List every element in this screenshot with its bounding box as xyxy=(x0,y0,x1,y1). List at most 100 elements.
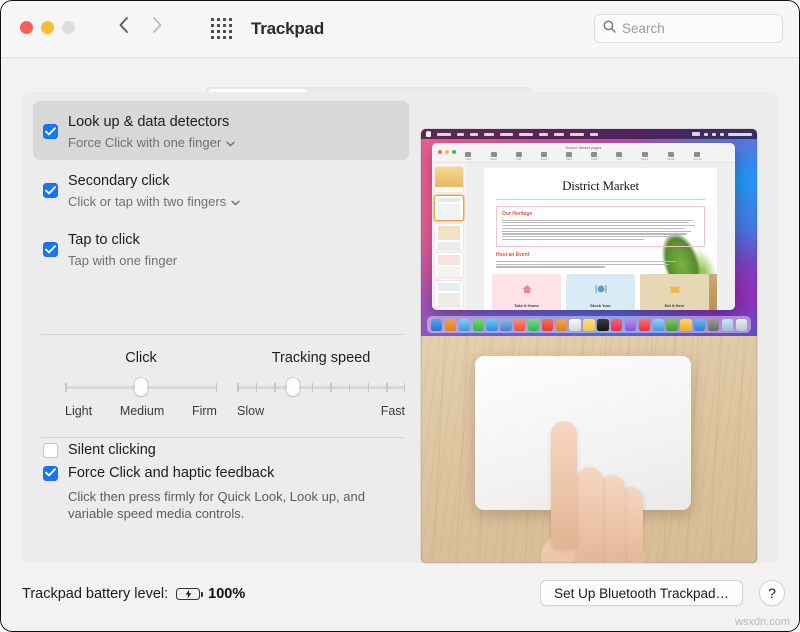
checkbox-row-silent-clicking[interactable]: Silent clicking xyxy=(43,442,406,459)
battery-status-icon xyxy=(692,132,700,136)
menu-item xyxy=(554,133,564,136)
option-row-secondary-click[interactable]: Secondary click Click or tap with two fi… xyxy=(33,160,409,219)
option-row-look-up-data-detectors[interactable]: Look up & data detectors Force Click wit… xyxy=(33,101,409,160)
menu-item xyxy=(570,133,584,136)
menu-bar-clock xyxy=(728,133,752,136)
checkbox-tap-to-click[interactable] xyxy=(43,242,58,257)
checkbox-force-click-haptic[interactable] xyxy=(43,466,58,481)
feature-card: Eat It Here xyxy=(640,274,709,310)
minimize-window-button[interactable] xyxy=(41,21,54,34)
feature-card: Stock Your xyxy=(566,274,635,310)
dock-icon-keynote xyxy=(639,319,650,331)
pot-icon xyxy=(669,281,681,299)
option-popup-button[interactable]: Force Click with one finger xyxy=(68,134,235,151)
menu-bar-status-items xyxy=(692,132,752,136)
tracking-speed-slider[interactable] xyxy=(237,379,405,395)
menu-bar xyxy=(421,129,757,139)
pages-toolbar: District Market.pages View Zoom Add Inse… xyxy=(432,143,735,163)
option-popup-button[interactable]: Click or tap with two fingers xyxy=(68,193,240,210)
page-thumbnail-list xyxy=(432,163,466,310)
page-thumbnail[interactable] xyxy=(435,281,463,306)
menu-item xyxy=(539,133,548,136)
click-slider-label-firm: Firm xyxy=(192,404,217,418)
pages-canvas: District Market Our Heritage xyxy=(484,168,717,310)
option-title: Tap to click xyxy=(68,231,177,250)
hand-one-finger xyxy=(533,421,653,563)
pages-toolbar-items: View Zoom Add Insert Table Chart Text Sh… xyxy=(432,152,735,161)
section-heading: Our Heritage xyxy=(502,211,699,217)
dock-icon-notes xyxy=(583,319,594,331)
divider-below-sliders xyxy=(41,437,404,438)
page-thumbnail[interactable] xyxy=(435,253,463,278)
window-titlebar: Trackpad xyxy=(0,0,800,58)
slider-tick xyxy=(65,383,67,392)
feature-card-label: Take It Home xyxy=(492,303,561,308)
click-slider-knob[interactable] xyxy=(135,378,148,396)
chevron-down-icon xyxy=(226,134,235,151)
page-thumbnail[interactable] xyxy=(435,224,463,249)
dock-icon-mail xyxy=(486,319,497,331)
document-section-heritage: Our Heritage xyxy=(496,206,705,247)
checkbox-silent-clicking[interactable] xyxy=(43,443,58,458)
help-button[interactable]: ? xyxy=(759,580,785,606)
click-slider-label: Click xyxy=(65,350,217,366)
force-click-description: Click then press firmly for Quick Look, … xyxy=(68,488,368,522)
menu-item xyxy=(457,133,464,136)
zoom-window-button[interactable] xyxy=(62,21,75,34)
tracking-speed-knob[interactable] xyxy=(286,378,299,396)
navigation-arrows xyxy=(118,15,163,35)
battery-charging-icon xyxy=(176,588,200,600)
checkbox-secondary-click[interactable] xyxy=(43,183,58,198)
wifi-status-icon xyxy=(704,133,708,136)
pages-document-body: District Market Our Heritage xyxy=(432,163,735,310)
index-finger xyxy=(551,421,577,549)
slider-tick xyxy=(368,383,370,392)
dock-icon-finder xyxy=(431,319,442,331)
option-subtitle: Force Click with one finger xyxy=(68,134,221,151)
dock-icon-contacts xyxy=(556,319,567,331)
option-list: Look up & data detectors Force Click wit… xyxy=(33,101,409,278)
all-preferences-grid-icon[interactable] xyxy=(210,18,234,40)
dock-icon-facetime xyxy=(528,319,539,331)
option-text: Secondary click Click or tap with two fi… xyxy=(68,168,240,210)
search-field[interactable] xyxy=(594,14,783,43)
preview-trackpad-photo xyxy=(421,336,757,563)
search-input[interactable] xyxy=(622,21,774,36)
slider-section: Click Light Medium Firm Tracking speed xyxy=(41,350,404,428)
page-thumbnail-selected[interactable] xyxy=(435,196,463,221)
chevron-left-icon[interactable] xyxy=(118,15,130,35)
divider-above-sliders xyxy=(41,334,404,335)
tracking-speed-slider-group: Tracking speed Slow F xyxy=(237,350,405,418)
option-row-tap-to-click[interactable]: Tap to click Tap with one finger xyxy=(33,219,409,278)
slider-tick xyxy=(274,383,276,392)
slider-tick xyxy=(256,383,258,392)
middle-finger xyxy=(576,467,603,563)
page-thumbnail[interactable] xyxy=(435,167,463,192)
checkbox-look-up-data-detectors[interactable] xyxy=(43,124,58,139)
bottom-checkbox-group: Silent clicking Force Click and haptic f… xyxy=(43,442,406,522)
click-slider[interactable] xyxy=(65,379,217,395)
dock-icon-safari xyxy=(459,319,470,331)
dock-icon-numbers xyxy=(653,319,664,331)
dock-icon-tv xyxy=(597,319,608,331)
section-heading: Host an Event xyxy=(496,252,705,258)
search-status-icon xyxy=(712,133,716,136)
close-window-button[interactable] xyxy=(20,21,33,34)
dock-icon-system-preferences xyxy=(708,319,719,331)
chevron-right-icon[interactable] xyxy=(151,15,163,35)
toolbar-item: Zoom xyxy=(490,152,497,161)
dock-icon-pages xyxy=(666,319,677,331)
preview-desktop-screenshot: District Market.pages View Zoom Add Inse… xyxy=(421,129,757,336)
toolbar-item: Shape xyxy=(641,152,649,161)
dock-icon-calendar xyxy=(542,319,553,331)
dock-icon-reminders xyxy=(569,319,580,331)
set-up-bluetooth-trackpad-button[interactable]: Set Up Bluetooth Trackpad… xyxy=(540,580,743,606)
checkbox-row-force-click[interactable]: Force Click and haptic feedback xyxy=(43,465,406,482)
tracking-slider-labels: Slow Fast xyxy=(237,404,405,418)
slider-tick xyxy=(349,383,351,392)
dock-icon-photos xyxy=(514,319,525,331)
toolbar-item: Format xyxy=(693,152,701,161)
toolbar-item: Text xyxy=(616,152,622,161)
dock-icon-downloads xyxy=(722,319,733,331)
settings-card: Look up & data detectors Force Click wit… xyxy=(22,92,778,563)
